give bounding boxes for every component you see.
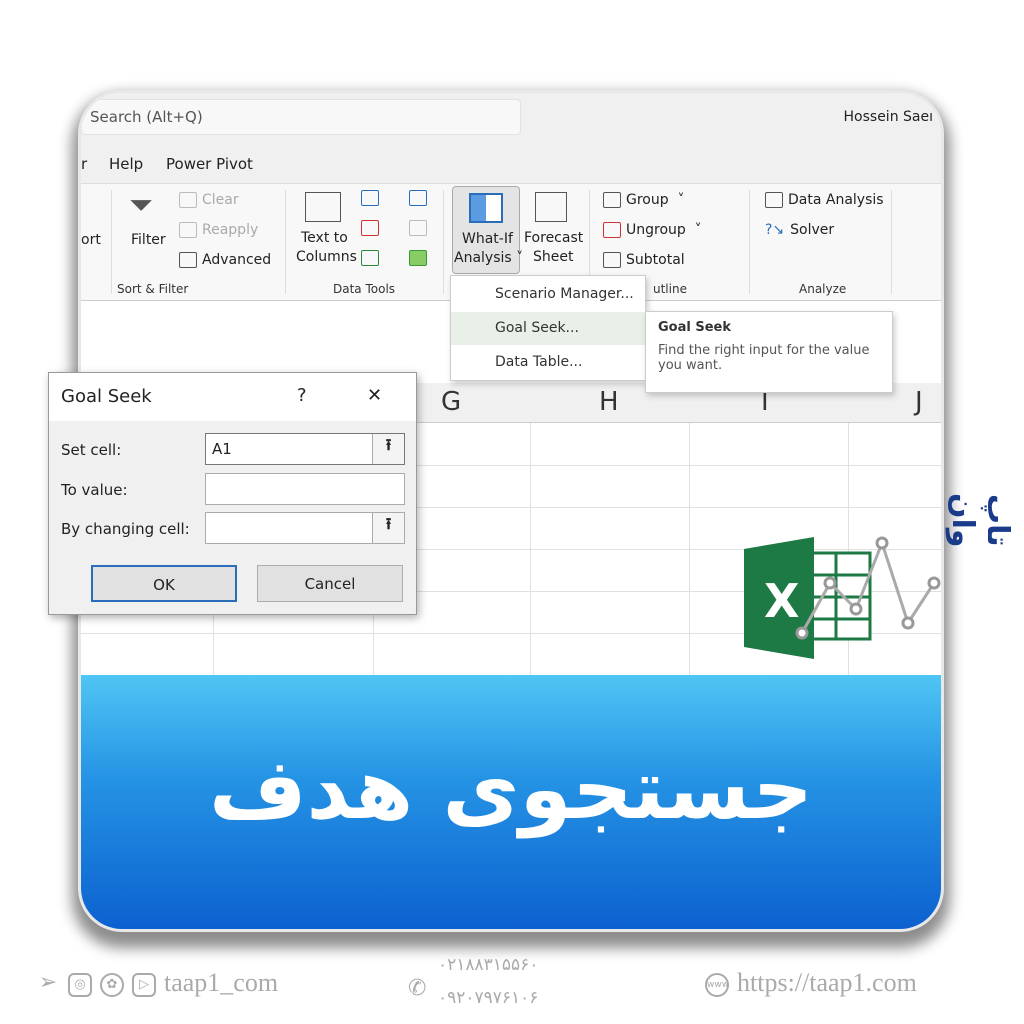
advanced-button[interactable]: Advanced bbox=[179, 252, 271, 268]
excel-logo-icon: X bbox=[744, 536, 941, 659]
group-sort-filter: Sort & Filter bbox=[117, 282, 189, 296]
subtotal-button[interactable]: Subtotal bbox=[603, 252, 685, 268]
user-name[interactable]: Hossein Saeı bbox=[844, 109, 933, 125]
tab-help[interactable]: Help bbox=[109, 155, 143, 173]
solver-button[interactable]: ?↘ Solver bbox=[765, 222, 834, 238]
column-header-j[interactable]: J bbox=[915, 387, 923, 417]
menu-item-data-table[interactable]: Data Table... bbox=[451, 346, 645, 379]
tooltip-body: Find the right input for the value you w… bbox=[658, 343, 870, 373]
telegram-icon[interactable]: ➢ bbox=[36, 972, 60, 997]
set-cell-value: A1 bbox=[212, 440, 232, 458]
remove-duplicates-icon[interactable] bbox=[361, 220, 379, 236]
text-to-columns-icon bbox=[305, 192, 341, 222]
group-data-tools: Data Tools bbox=[333, 282, 396, 296]
goal-seek-dialog: Goal Seek ? ✕ Set cell: A1 ⭱ To value: By… bbox=[48, 372, 417, 615]
search-input[interactable]: Search (Alt+Q) bbox=[81, 99, 521, 135]
close-icon[interactable]: ✕ bbox=[367, 385, 382, 406]
data-analysis-icon bbox=[765, 192, 783, 208]
what-if-analysis-button[interactable]: What-If Analysis ˅ bbox=[452, 186, 524, 274]
consolidate-icon[interactable] bbox=[409, 190, 427, 206]
reapply-icon bbox=[179, 222, 197, 238]
clear-filter-icon bbox=[179, 192, 197, 208]
data-analysis-button[interactable]: Data Analysis bbox=[765, 192, 884, 208]
tab-power-pivot[interactable]: Power Pivot bbox=[166, 155, 253, 173]
clear-label: Clear bbox=[202, 192, 239, 208]
set-cell-input[interactable]: A1 ⭱ bbox=[205, 433, 405, 465]
data-analysis-label: Data Analysis bbox=[788, 192, 884, 208]
menu-item-scenario-manager[interactable]: Scenario Manager... bbox=[451, 278, 645, 311]
relationships-icon[interactable] bbox=[409, 220, 427, 236]
group-analyze: Analyze bbox=[799, 282, 847, 296]
globe-icon: www bbox=[705, 973, 729, 998]
flash-fill-icon[interactable] bbox=[361, 190, 379, 206]
changing-cell-label: By changing cell: bbox=[61, 520, 190, 538]
what-if-icon bbox=[469, 193, 503, 223]
tab-partial[interactable]: r bbox=[81, 155, 87, 173]
banner-title: جستجوی هدف bbox=[208, 740, 814, 838]
svg-text:X: X bbox=[764, 574, 799, 628]
changing-cell-input[interactable]: ⭱ bbox=[205, 512, 405, 544]
column-header-h[interactable]: H bbox=[599, 387, 619, 417]
instagram-icon[interactable]: ◎ bbox=[68, 973, 92, 998]
website-text: https://taap1.com bbox=[737, 968, 917, 997]
text-to-label: Text to bbox=[301, 230, 348, 246]
filter-icon: ⏷ bbox=[129, 188, 153, 223]
dialog-title-bar: Goal Seek ? ✕ bbox=[49, 373, 416, 421]
title-banner: جستجوی هدف bbox=[81, 675, 941, 929]
what-if-menu: Scenario Manager... Goal Seek... Data Ta… bbox=[450, 275, 646, 381]
group-outline: utline bbox=[653, 282, 687, 296]
group-icon bbox=[603, 192, 621, 208]
clear-button[interactable]: Clear bbox=[179, 192, 239, 208]
filter-button[interactable]: Filter bbox=[131, 232, 166, 248]
cancel-button[interactable]: Cancel bbox=[257, 565, 403, 602]
dialog-title: Goal Seek bbox=[61, 386, 152, 407]
collapse-dialog-icon[interactable]: ⭱ bbox=[372, 434, 404, 464]
title-bar: Search (Alt+Q) Hossein Saeı bbox=[81, 93, 941, 145]
analysis-label: Analysis ˅ bbox=[454, 250, 524, 266]
menu-item-goal-seek[interactable]: Goal Seek... bbox=[451, 312, 645, 345]
goal-seek-tooltip: Goal Seek Find the right input for the v… bbox=[645, 311, 893, 393]
data-validation-icon[interactable] bbox=[361, 250, 379, 266]
columns-label: Columns bbox=[296, 249, 357, 265]
ok-button[interactable]: OK bbox=[91, 565, 237, 602]
sheet-label: Sheet bbox=[533, 249, 574, 265]
solver-label: Solver bbox=[790, 222, 835, 238]
help-button[interactable]: ? bbox=[297, 385, 307, 406]
forecast-sheet-button[interactable]: Forecast bbox=[524, 230, 583, 246]
advanced-filter-icon bbox=[179, 252, 197, 268]
ungroup-button[interactable]: Ungroup ˅ bbox=[603, 222, 702, 238]
reapply-button[interactable]: Reapply bbox=[179, 222, 258, 238]
youtube-icon[interactable]: ▷ bbox=[132, 973, 156, 998]
social-handle: ➢ ◎ ✿ ▷ taap1_com bbox=[36, 968, 278, 998]
text-to-columns-button[interactable]: Text to bbox=[301, 230, 348, 246]
reapply-label: Reapply bbox=[202, 222, 259, 238]
to-value-label: To value: bbox=[61, 481, 128, 499]
ungroup-label: Ungroup bbox=[626, 222, 686, 238]
forecast-sheet-icon bbox=[535, 192, 567, 222]
subtotal-label: Subtotal bbox=[626, 252, 685, 268]
phone-2: ۰۹۲۰۷۹۷۶۱۰۶ bbox=[438, 988, 539, 1008]
website[interactable]: www https://taap1.com bbox=[705, 968, 917, 998]
column-header-g[interactable]: G bbox=[441, 387, 461, 417]
ribbon-tabs: r Help Power Pivot bbox=[81, 145, 941, 183]
group-button[interactable]: Group ˅ bbox=[603, 192, 685, 208]
aparat-icon[interactable]: ✿ bbox=[100, 973, 124, 998]
group-label: Group bbox=[626, 192, 669, 208]
subtotal-icon bbox=[603, 252, 621, 268]
solver-icon: ?↘ bbox=[765, 222, 785, 238]
phone-1: ۰۲۱۸۸۳۱۵۵۶۰ bbox=[438, 955, 539, 975]
collapse-dialog-icon[interactable]: ⭱ bbox=[372, 513, 404, 543]
ungroup-icon bbox=[603, 222, 621, 238]
sort-button[interactable]: ort bbox=[81, 232, 101, 248]
what-if-label: What-If bbox=[462, 231, 513, 247]
phone-icon: ✆ bbox=[408, 976, 427, 1001]
set-cell-label: Set cell: bbox=[61, 441, 122, 459]
data-model-icon[interactable] bbox=[409, 250, 427, 266]
tooltip-title: Goal Seek bbox=[658, 320, 731, 335]
brand-logo-text: تاپ وان bbox=[945, 492, 1015, 548]
to-value-input[interactable] bbox=[205, 473, 405, 505]
advanced-label: Advanced bbox=[202, 252, 272, 268]
social-handle-text: taap1_com bbox=[164, 968, 279, 997]
